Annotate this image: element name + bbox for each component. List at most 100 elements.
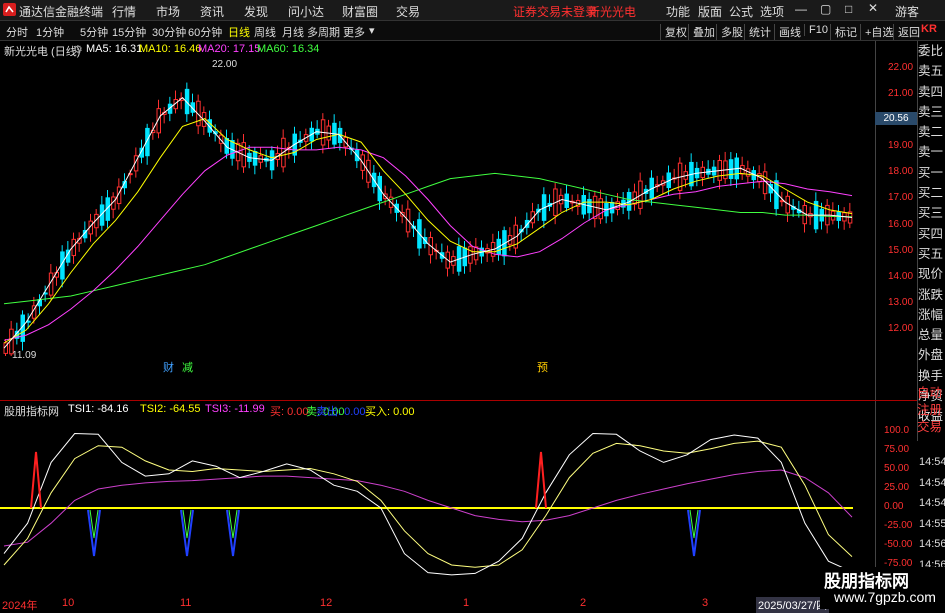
period-15min[interactable]: 15分钟 — [112, 24, 146, 40]
kr-tab[interactable]: KR — [921, 23, 937, 35]
price-tick: 19.00 — [888, 140, 914, 152]
fuquan-button[interactable]: 复权 — [660, 24, 687, 40]
xaxis-label-11: 11 — [180, 597, 192, 609]
menu-item-xuanxiang[interactable]: 选项 — [760, 3, 784, 20]
buy-signal — [535, 451, 547, 509]
period-more[interactable]: 更多 — [343, 24, 365, 40]
price-tick: 22.00 — [888, 62, 914, 74]
add-favorite-button[interactable]: +自选 — [860, 24, 893, 40]
quote-row-label: 卖三 — [918, 104, 944, 119]
trade-link[interactable]: 自动 — [917, 385, 945, 402]
quote-row-label: 外盘 — [918, 348, 944, 363]
high-price-label: 22.00 — [212, 59, 238, 70]
period-30min[interactable]: 30分钟 — [152, 24, 186, 40]
period-multi[interactable]: 多周期 — [307, 24, 340, 40]
xaxis-label-12: 12 — [320, 597, 333, 609]
xaxis-label-2024: 2024年 — [2, 600, 38, 612]
panel-divider — [0, 400, 917, 401]
quote-row-label: 换手 — [918, 368, 944, 383]
period-1min[interactable]: 1分钟 — [36, 24, 64, 40]
marker-jian[interactable]: 减 — [182, 359, 193, 375]
indicator-tick: 25.00 — [884, 482, 910, 493]
time-label: 14:54 — [919, 456, 945, 468]
xaxis-label-2: 2 — [580, 597, 587, 609]
period-daily[interactable]: 日线 — [228, 24, 250, 40]
menubar-stock-name: 新光光电 — [588, 5, 637, 19]
quote-row-label: 买五 — [918, 246, 944, 261]
buy-signal — [30, 451, 42, 509]
huaxian-button[interactable]: 画线 — [774, 24, 801, 40]
trade-link[interactable]: 交易 — [917, 419, 945, 436]
duogu-button[interactable]: 多股 — [716, 24, 743, 40]
xaxis-label-10: 10 — [62, 597, 75, 609]
biaoji-button[interactable]: 标记 — [830, 24, 857, 40]
maximize-icon[interactable]: □ — [845, 2, 852, 16]
user-guest[interactable]: 游客 — [895, 3, 919, 20]
candlestick-chart[interactable] — [0, 56, 875, 356]
quote-row-label: 买一 — [918, 165, 944, 180]
menu-item-zixun[interactable]: 资讯 — [200, 3, 224, 20]
quote-row-label: 卖二 — [918, 125, 944, 140]
quote-row-label: 涨幅 — [918, 307, 944, 322]
menu-item-jiaoyi[interactable]: 交易 — [396, 3, 420, 20]
price-tick: 14.00 — [888, 270, 914, 282]
ma60-line — [3, 172, 853, 305]
quote-row-label: 现价 — [918, 267, 944, 282]
period-monthly[interactable]: 月线 — [282, 24, 304, 40]
tongji-button[interactable]: 统计 — [744, 24, 771, 40]
ma5-line — [3, 97, 853, 349]
login-notice[interactable]: 证券交易未登录 — [513, 3, 597, 20]
menu-bar: 通达信金融终端 行情 市场 资讯 发现 问小达 财富圈 交易 证券交易未登录 新… — [0, 0, 945, 21]
trade-link[interactable]: 注册 — [917, 402, 945, 419]
period-weekly[interactable]: 周线 — [254, 24, 276, 40]
period-5min[interactable]: 5分钟 — [80, 24, 108, 40]
minimize-icon[interactable]: — — [795, 2, 807, 16]
menu-item-caifuquan[interactable]: 财富圈 — [342, 3, 378, 20]
quote-row-label: 总量 — [918, 328, 944, 343]
indicator-tick: 50.00 — [884, 463, 910, 474]
marker-cai[interactable]: 财 — [163, 359, 174, 375]
indicator-tick: 100.0 — [884, 425, 910, 436]
ma5-legend: MA5: 16.31 — [86, 43, 143, 55]
settings-gear-icon[interactable]: ⚙ — [73, 43, 83, 56]
restore-icon[interactable]: ▢ — [820, 2, 831, 16]
time-label: 14:54 — [919, 497, 945, 509]
marker-yu[interactable]: 预 — [537, 359, 548, 375]
menu-item-faxian[interactable]: 发现 — [244, 3, 268, 20]
time-label: 14:55 — [919, 517, 945, 530]
sell-signal — [87, 509, 101, 557]
f10-button[interactable]: F10 — [804, 24, 828, 36]
back-button[interactable]: 返回 — [893, 24, 920, 40]
price-tick: 12.00 — [888, 322, 914, 334]
price-axis: 22.0021.0020.0019.0018.0017.0016.0015.00… — [875, 41, 918, 400]
menu-item-wenxiaoda[interactable]: 问小达 — [288, 3, 324, 20]
ma60-legend: MA60: 16.34 — [257, 43, 320, 55]
watermark: 股朋指标网 www.7gpzb.com — [820, 567, 945, 609]
menu-item-gongshi[interactable]: 公式 — [729, 3, 753, 20]
close-icon[interactable]: ✕ — [868, 1, 878, 15]
ma20-legend: MA20: 17.15 — [198, 43, 261, 55]
trade-sidebar: 自动 注册 交易 — [917, 385, 945, 447]
menu-item-shichang[interactable]: 市场 — [156, 3, 180, 20]
price-tick: 13.00 — [888, 296, 914, 308]
tsi-indicator-chart[interactable] — [0, 416, 875, 596]
more-dropdown-icon[interactable]: ▾ — [369, 24, 375, 37]
period-60min[interactable]: 60分钟 — [188, 24, 222, 40]
xaxis-label-1: 1 — [463, 597, 470, 609]
quote-row-label: 买四 — [918, 226, 944, 241]
xaxis-cursor-date: 2025/03/27/四 — [756, 597, 830, 613]
quote-row-label: 买二 — [918, 186, 944, 201]
quote-row-label: 委比 — [918, 44, 944, 58]
time-label: 14:56 — [919, 538, 945, 550]
app-title: 通达信金融终端 — [19, 5, 104, 19]
period-fenshi[interactable]: 分时 — [6, 24, 28, 40]
period-toolbar: 分时 1分钟 5分钟 15分钟 30分钟 60分钟 日线 周线 月线 多周期 更… — [0, 21, 945, 41]
time-label: 14:54 — [919, 476, 945, 489]
menu-item-banmian[interactable]: 版面 — [698, 3, 722, 20]
menu-item-gongneng[interactable]: 功能 — [666, 3, 690, 20]
diejia-button[interactable]: 叠加 — [688, 24, 715, 40]
menu-item-hangqing[interactable]: 行情 — [112, 3, 136, 20]
quote-sidebar: 委比 卖五 卖四 卖三 卖二 卖一 买一 买二 买三 买四 买五 现价 涨跌 涨幅 总量 外盘 换手 净资 收益 — [917, 41, 945, 441]
sell-signal — [687, 509, 701, 557]
indicator-tick: 75.00 — [884, 444, 910, 455]
